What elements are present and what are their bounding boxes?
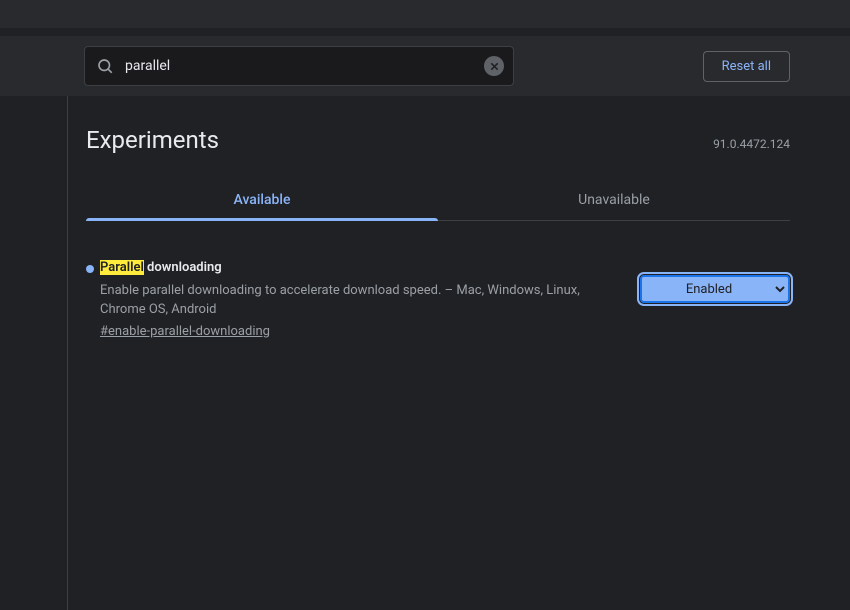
search-icon [96, 57, 114, 75]
flag-left: Parallel downloading Enable parallel dow… [86, 259, 600, 339]
window-top-strip [0, 0, 850, 28]
flag-description: Enable parallel downloading to accelerat… [100, 282, 600, 320]
header-row: Experiments 91.0.4472.124 [86, 116, 790, 180]
modified-dot-icon [86, 265, 94, 273]
toolbar: Reset all [0, 36, 850, 96]
tabs: Available Unavailable [86, 180, 790, 221]
content: Experiments 91.0.4472.124 Available Unav… [0, 96, 850, 610]
search-highlight: Parallel [100, 260, 144, 275]
search-wrapper [84, 46, 514, 86]
search-input[interactable] [84, 46, 514, 86]
flag-text: Parallel downloading Enable parallel dow… [100, 259, 600, 339]
left-margin [0, 96, 68, 610]
tab-unavailable[interactable]: Unavailable [438, 180, 790, 220]
main-panel: Experiments 91.0.4472.124 Available Unav… [68, 96, 850, 610]
reset-all-button[interactable]: Reset all [703, 51, 790, 82]
flag-state-select[interactable]: Enabled [640, 275, 790, 303]
close-icon [489, 61, 500, 72]
flag-list: Parallel downloading Enable parallel dow… [86, 221, 790, 339]
flag-row: Parallel downloading Enable parallel dow… [86, 259, 790, 339]
flag-title-rest: downloading [144, 260, 222, 275]
page-title: Experiments [86, 126, 219, 154]
version-label: 91.0.4472.124 [713, 137, 790, 151]
gap [0, 28, 850, 36]
flag-title: Parallel downloading [100, 259, 600, 277]
tab-available[interactable]: Available [86, 180, 438, 220]
clear-search-button[interactable] [484, 56, 504, 76]
flag-hash-link[interactable]: #enable-parallel-downloading [100, 324, 270, 339]
